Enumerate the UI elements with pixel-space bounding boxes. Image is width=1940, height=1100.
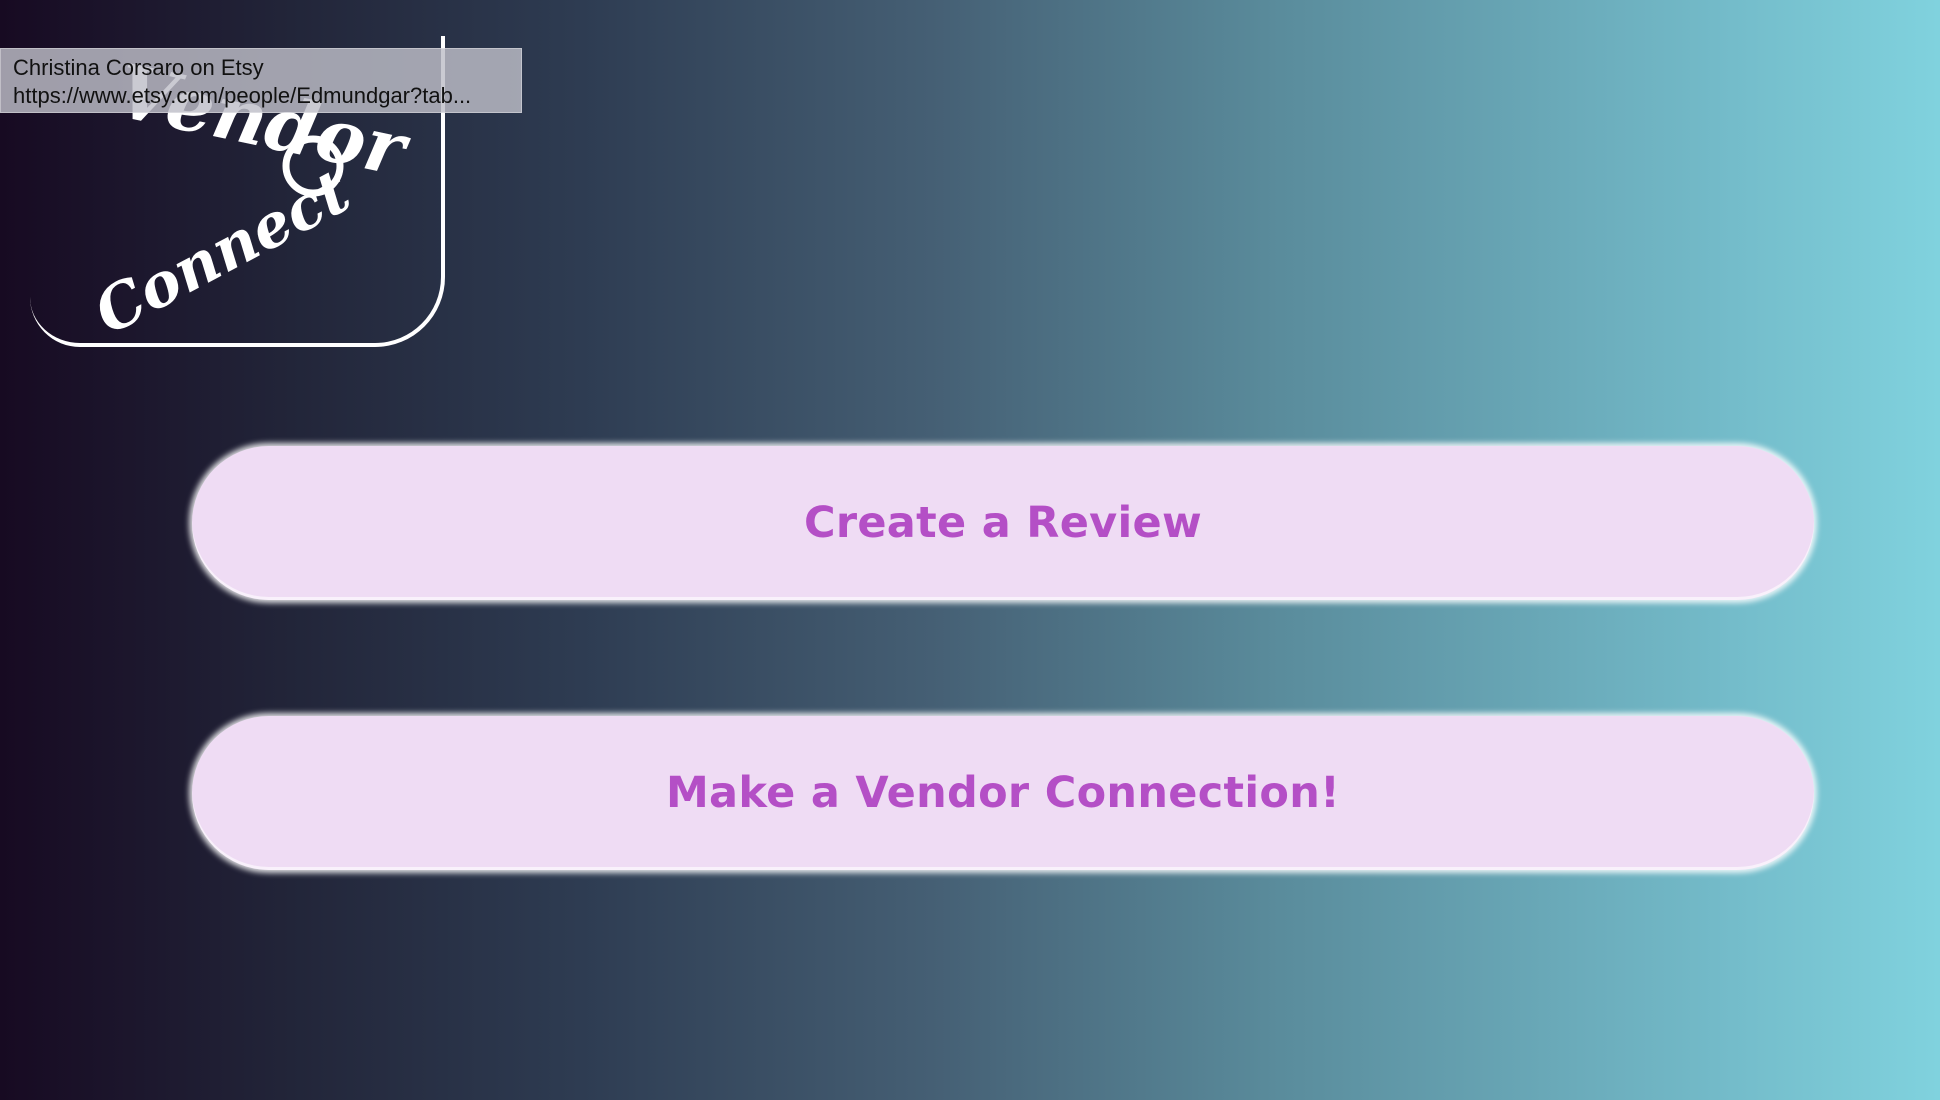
create-review-label: Create a Review bbox=[803, 498, 1203, 548]
create-review-button[interactable]: Create a Review bbox=[192, 446, 1814, 600]
vendor-connection-button[interactable]: Make a Vendor Connection! bbox=[192, 716, 1814, 870]
vendor-connection-label: Make a Vendor Connection! bbox=[665, 768, 1341, 818]
tooltip-url: https://www.etsy.com/people/Edmundgar?ta… bbox=[13, 83, 472, 108]
tooltip-title: Christina Corsaro on Etsy bbox=[13, 55, 264, 80]
link-tooltip: Christina Corsaro on Etsy https://www.et… bbox=[0, 48, 522, 113]
logo-word-connect: Connect bbox=[83, 156, 361, 348]
